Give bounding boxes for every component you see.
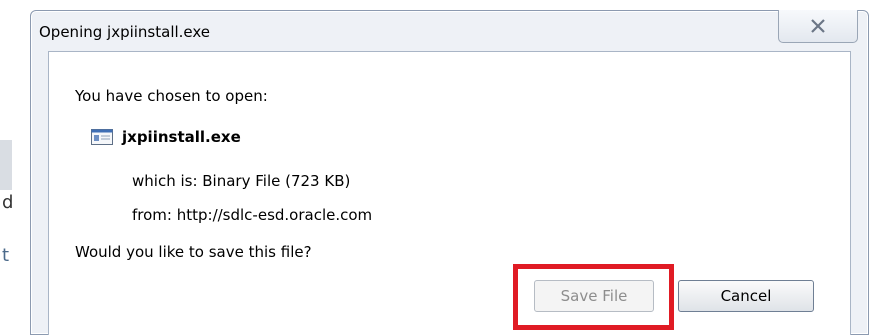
file-icon xyxy=(91,129,113,145)
close-button[interactable] xyxy=(778,10,858,43)
download-dialog: Opening jxpiinstall.exe You have chosen … xyxy=(30,10,869,335)
highlight-box xyxy=(513,264,674,330)
dialog-title: Opening jxpiinstall.exe xyxy=(39,23,211,41)
file-type-text: which is: Binary File (723 KB) xyxy=(132,172,351,190)
screen: d t Opening jxpiinstall.exe You have cho… xyxy=(0,0,871,335)
file-name: jxpiinstall.exe xyxy=(122,128,241,146)
intro-text: You have chosen to open: xyxy=(75,87,268,105)
save-question: Would you like to save this file? xyxy=(75,243,312,261)
dialog-content: You have chosen to open: jxpiinstall.exe… xyxy=(48,51,851,335)
dialog-titlebar[interactable]: Opening jxpiinstall.exe xyxy=(31,10,868,51)
file-row: jxpiinstall.exe xyxy=(91,128,241,146)
background-text-fragment: d xyxy=(2,192,14,213)
background-text-fragment: t xyxy=(2,245,10,266)
close-icon xyxy=(811,19,825,33)
file-source-text: from: http://sdlc-esd.oracle.com xyxy=(132,206,373,224)
background-page-strip xyxy=(0,140,12,190)
cancel-button[interactable]: Cancel xyxy=(678,280,814,312)
